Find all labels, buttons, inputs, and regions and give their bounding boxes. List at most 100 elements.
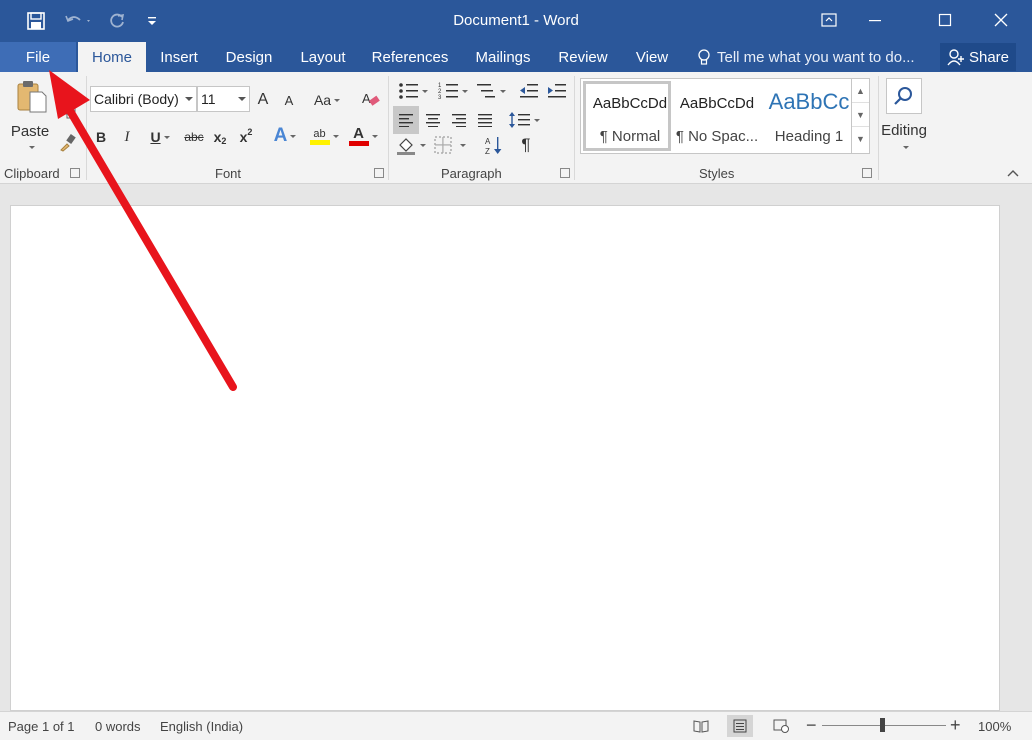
change-case-button[interactable]: Aa: [312, 90, 342, 110]
styles-group-label: Styles: [699, 166, 735, 181]
zoom-thumb[interactable]: [880, 718, 885, 732]
collapse-ribbon-icon[interactable]: [1004, 166, 1022, 180]
superscript-mark: 2: [247, 127, 253, 137]
shading-icon[interactable]: [394, 134, 428, 156]
editing-button[interactable]: Editing: [876, 120, 932, 140]
strikethrough-button[interactable]: abc: [182, 126, 206, 148]
tab-layout[interactable]: Layout: [290, 42, 356, 72]
font-size-combo[interactable]: 11: [197, 86, 250, 112]
grow-font-button[interactable]: A: [254, 90, 272, 110]
minimize-icon[interactable]: [852, 0, 898, 40]
tab-view[interactable]: View: [624, 42, 680, 72]
tab-review[interactable]: Review: [550, 42, 616, 72]
copy-icon[interactable]: [60, 102, 78, 120]
style-normal[interactable]: AaBbCcDd ¶ Normal: [583, 81, 671, 151]
page-count[interactable]: Page 1 of 1: [8, 719, 75, 734]
vertical-scrollbar[interactable]: [1010, 185, 1032, 711]
separator: [388, 76, 389, 180]
paste-icon[interactable]: [10, 78, 52, 114]
zoom-level[interactable]: 100%: [978, 719, 1011, 734]
ribbon-home: Paste Clipboard Calibri (Body) 11 A A Aa…: [0, 72, 1032, 184]
separator: [574, 76, 575, 180]
sort-icon[interactable]: AZ: [482, 134, 506, 156]
search-icon[interactable]: [886, 78, 922, 114]
word-count[interactable]: 0 words: [95, 719, 141, 734]
line-spacing-icon[interactable]: [506, 106, 542, 134]
numbering-icon[interactable]: 123: [436, 80, 470, 102]
show-formatting-marks-button[interactable]: ¶: [514, 134, 538, 156]
web-layout-icon[interactable]: [768, 715, 794, 737]
document-page[interactable]: [10, 205, 1000, 711]
paste-dropdown-icon[interactable]: [24, 142, 36, 152]
styles-gallery: AaBbCcDd ¶ Normal AaBbCcDd ¶ No Spac... …: [580, 78, 870, 154]
format-painter-icon[interactable]: [58, 134, 78, 152]
clipboard-launcher-icon[interactable]: [70, 168, 80, 178]
editing-dropdown-icon[interactable]: [898, 142, 910, 152]
bullets-icon[interactable]: [396, 80, 430, 102]
styles-launcher-icon[interactable]: [862, 168, 872, 178]
share-button[interactable]: Share: [940, 43, 1016, 71]
paragraph-launcher-icon[interactable]: [560, 168, 570, 178]
tab-home[interactable]: Home: [78, 42, 146, 72]
justify-icon[interactable]: [474, 106, 496, 134]
font-color-button[interactable]: A: [346, 124, 380, 148]
shrink-font-button[interactable]: A: [280, 90, 298, 110]
font-color-icon: A: [348, 124, 369, 146]
align-center-icon[interactable]: [422, 106, 444, 134]
multilevel-list-icon[interactable]: [474, 80, 508, 102]
font-name-combo[interactable]: Calibri (Body): [90, 86, 197, 112]
font-name-value: Calibri (Body): [94, 91, 179, 107]
increase-indent-icon[interactable]: [546, 80, 568, 102]
clipboard-group-label: Clipboard: [4, 166, 60, 181]
align-right-icon[interactable]: [448, 106, 470, 134]
svg-text:A: A: [362, 91, 371, 106]
bold-button[interactable]: B: [92, 126, 110, 148]
paste-button[interactable]: Paste: [6, 122, 54, 140]
document-area: [0, 185, 1032, 711]
svg-text:Z: Z: [485, 147, 490, 155]
change-case-label: Aa: [313, 92, 332, 108]
text-effects-label: A: [273, 125, 288, 146]
style-no-spacing[interactable]: AaBbCcDd ¶ No Spac...: [673, 81, 761, 151]
tab-references[interactable]: References: [364, 42, 456, 72]
style-heading-1-name: Heading 1: [774, 128, 844, 145]
borders-icon[interactable]: [432, 134, 468, 156]
font-color-label: A: [353, 124, 364, 142]
clear-formatting-icon[interactable]: A: [360, 88, 382, 110]
highlight-button[interactable]: ab: [306, 124, 342, 148]
zoom-in-button[interactable]: +: [950, 715, 961, 736]
italic-button[interactable]: I: [118, 126, 136, 148]
svg-text:A: A: [485, 137, 491, 146]
read-mode-icon[interactable]: [688, 715, 714, 737]
maximize-icon[interactable]: [922, 0, 968, 40]
decrease-indent-icon[interactable]: [518, 80, 540, 102]
svg-text:3: 3: [438, 95, 442, 100]
style-no-spacing-sample: AaBbCcDd: [679, 95, 755, 112]
underline-button[interactable]: U: [144, 126, 176, 148]
tab-insert[interactable]: Insert: [150, 42, 208, 72]
subscript-button[interactable]: x2: [210, 126, 230, 148]
tab-file[interactable]: File: [0, 42, 76, 72]
styles-more-icon[interactable]: ▼: [852, 127, 869, 151]
zoom-out-button[interactable]: −: [806, 715, 817, 736]
tab-mailings[interactable]: Mailings: [464, 42, 542, 72]
tell-me-search[interactable]: Tell me what you want to do...: [696, 42, 915, 72]
print-layout-icon[interactable]: [727, 715, 753, 737]
separator: [86, 76, 87, 180]
language[interactable]: English (India): [160, 719, 243, 734]
style-heading-1-sample: AaBbCc: [768, 89, 850, 114]
style-normal-sample: AaBbCcDd: [592, 95, 668, 112]
font-launcher-icon[interactable]: [374, 168, 384, 178]
highlight-label: ab: [313, 127, 326, 140]
styles-scroll-down-icon[interactable]: ▼: [852, 103, 869, 127]
style-heading-1[interactable]: AaBbCc Heading 1: [765, 81, 851, 151]
align-left-icon[interactable]: [393, 106, 419, 134]
lightbulb-icon: [698, 49, 710, 65]
ribbon-display-options-icon[interactable]: [806, 0, 852, 40]
styles-scroll-up-icon[interactable]: ▲: [852, 79, 869, 103]
tell-me-label: Tell me what you want to do...: [717, 48, 915, 66]
close-icon[interactable]: [978, 0, 1024, 40]
superscript-button[interactable]: x2: [236, 126, 256, 148]
tab-design[interactable]: Design: [216, 42, 282, 72]
text-effects-button[interactable]: A: [268, 124, 302, 148]
